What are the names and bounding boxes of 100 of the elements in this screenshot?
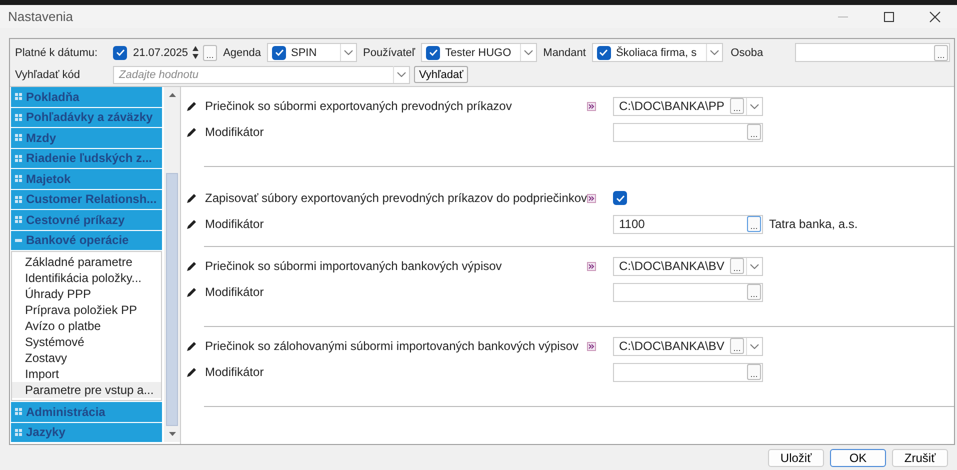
dropdown-button[interactable] [746,98,762,115]
pencil-icon [186,340,197,352]
caret-icon [524,50,534,56]
dialog-button[interactable]: Zrušiť [892,448,948,467]
tree-item[interactable]: Základné parametre [12,254,161,270]
pencil-icon [186,100,197,112]
setting-label: Modifikátor [205,217,265,232]
spinner-icon [192,46,200,60]
link-icon [587,342,596,351]
ellipsis-button[interactable]: ... [747,124,761,140]
caret-icon [750,264,759,269]
ellipsis-button[interactable]: ... [747,216,761,232]
setting-label: Priečinok so zálohovanými súbormi importovaných bankových výpisov [205,339,580,354]
setting-label: Priečinok so súbormi exportovaných prevodných príkazov [205,99,513,114]
expand-icon [15,114,22,121]
checkbox[interactable] [272,46,286,60]
expand-icon [15,154,22,162]
tree-item[interactable]: Parametre pre vstup a... [12,382,161,398]
combo-box[interactable]: SPIN [267,43,357,62]
tree-item[interactable]: Import [12,366,161,382]
input-field[interactable]: ... [613,282,763,302]
maximize-icon [883,10,895,23]
pencil-icon [186,260,197,272]
expand-icon [15,428,22,436]
tree-item[interactable]: Avízo o platbe [12,318,161,334]
checkbox[interactable] [596,46,611,60]
link-icon [587,262,596,271]
input-field[interactable]: ... [794,43,950,62]
setting-label: Modifikátor [205,125,265,140]
check-icon [274,49,284,56]
path-combo-box[interactable]: C:\DOC\BANKA\BV ... [613,256,763,276]
ellipsis-button[interactable]: ... [730,338,744,354]
field-label: Mandant [543,46,586,59]
ellipsis-button[interactable]: ... [747,364,761,380]
expand-icon [15,196,22,203]
ellipsis-button[interactable]: ... [747,284,761,300]
scrollbar[interactable] [164,87,180,442]
expand-icon [15,216,22,224]
combo-box[interactable]: Tester HUGO [421,43,538,62]
input-field[interactable]: 1100 ... [613,214,763,234]
window-title: Nastavenia [8,9,74,24]
path-combo-box[interactable]: C:\DOC\BANKA\BV ... [613,336,763,356]
check-icon [428,49,438,56]
ellipsis-button[interactable]: ... [730,258,744,274]
caret-icon [750,344,759,349]
setting-label: Modifikátor [205,285,265,300]
value-description: Tatra banka, a.s. [769,217,858,232]
check-icon [599,49,608,56]
link-icon [587,102,596,111]
pencil-icon [186,218,197,230]
dialog-button[interactable]: Uložiť [768,448,824,467]
ellipsis-button[interactable]: ... [730,98,744,114]
tree-item[interactable]: Zostavy [12,350,161,366]
tree-item[interactable]: Systémové [12,334,161,350]
setting-label: Modifikátor [205,365,265,380]
dropdown-button[interactable] [340,44,356,62]
tree-item[interactable]: Identifikácia položky... [12,270,161,286]
search-button[interactable]: Vyhľadať [414,66,468,84]
field-label: Osoba [730,46,764,59]
checkbox[interactable] [613,191,627,206]
field-label: Agenda [223,46,261,59]
caret-icon [710,50,719,56]
expand-icon [15,175,22,182]
check-icon [616,194,624,202]
caret-icon [750,104,759,109]
setting-label: Priečinok so súbormi importovaných bankových výpisov [205,259,503,274]
dropdown-button[interactable] [746,338,762,355]
dialog-button[interactable]: OK [830,448,886,467]
field-label: Vyhľadať kód [15,68,82,81]
check-icon [116,49,124,56]
expand-icon [15,408,22,416]
input-field[interactable]: ... [613,362,763,382]
dropdown-button[interactable] [706,44,722,62]
dropdown-button[interactable] [393,66,409,84]
tree-item[interactable]: Úhrady PPP [12,286,161,302]
combo-box[interactable]: Školiaca firma, s [592,43,723,62]
checkbox[interactable] [113,46,127,60]
caret-icon [344,50,353,56]
field-label: Používateľ [363,46,416,59]
scroll-up-icon[interactable] [168,93,176,98]
checkbox[interactable] [426,46,440,60]
pencil-icon [186,126,197,138]
search-field[interactable]: Zadajte hodnotu [113,66,410,84]
tree-item[interactable]: Príprava položiek PP [12,302,161,318]
pencil-icon [186,366,197,378]
pencil-icon [186,286,197,298]
ellipsis-button[interactable]: ... [203,44,218,61]
date-field[interactable]: 21.07.2025 [133,46,188,59]
scroll-down-icon[interactable] [168,432,176,436]
expand-icon [15,93,22,100]
dropdown-button[interactable] [746,258,762,275]
caret-icon [397,72,406,78]
input-field[interactable]: ... [613,122,763,142]
field-label: Platné k dátumu: [15,46,99,59]
path-combo-box[interactable]: C:\DOC\BANKA\PP ... [613,96,763,116]
setting-label: Zapisovať súbory exportovaných prevodných príkazov do podpriečinkov [205,191,587,206]
link-icon [587,194,596,203]
expand-icon [15,134,22,142]
ellipsis-button[interactable]: ... [934,44,948,61]
pencil-icon [186,192,197,204]
